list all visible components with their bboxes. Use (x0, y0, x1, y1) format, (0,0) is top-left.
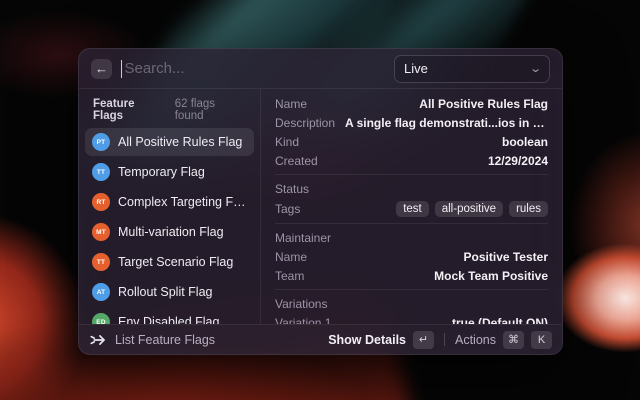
action-bar: List Feature Flags Show Details ↵ Action… (79, 324, 562, 354)
details-row: Variations (275, 294, 548, 313)
launcher-window: ← Live ⌄ Feature Flags 62 flags found PT… (78, 48, 563, 355)
flag-avatar-icon: AT (92, 283, 110, 301)
details-section-divider (275, 289, 548, 290)
list-item[interactable]: ED Env Disabled Flag (85, 308, 254, 324)
list-item[interactable]: TT Target Scenario Flag (85, 248, 254, 276)
details-row: Name Positive Tester (275, 247, 548, 266)
details-value: A single flag demonstrati...ios in each … (345, 115, 548, 130)
details-label: Name (275, 249, 308, 264)
list-item-label: Complex Targeting Flag (118, 195, 247, 209)
details-row: Tags test all-positive rules (275, 198, 548, 219)
details-row: Kind boolean (275, 132, 548, 151)
list-item[interactable]: RT Complex Targeting Flag (85, 188, 254, 216)
details-row: Status (275, 179, 548, 198)
flag-avatar-icon: TT (92, 253, 110, 271)
details-value: Mock Team Positive (434, 268, 548, 283)
details-value: All Positive Rules Flag (419, 96, 548, 111)
command-key-icon: ⌘ (503, 330, 524, 349)
launcher-logo-icon (89, 331, 107, 349)
tag-chip: rules (509, 200, 548, 217)
details-row: Team Mock Team Positive (275, 266, 548, 285)
search-bar: ← Live ⌄ (79, 49, 562, 89)
list-item[interactable]: MT Multi-variation Flag (85, 218, 254, 246)
details-label: Maintainer (275, 230, 332, 245)
flag-list: PT All Positive Rules Flag TT Temporary Fla… (85, 128, 254, 324)
list-item[interactable]: PT All Positive Rules Flag (85, 128, 254, 156)
return-key-icon: ↵ (413, 330, 434, 349)
show-details-label: Show Details (328, 332, 406, 347)
list-result-count: 62 flags found (174, 98, 216, 122)
details-row: Name All Positive Rules Flag (275, 94, 548, 113)
chevron-down-icon: ⌄ (528, 63, 542, 75)
details-value: boolean (501, 134, 548, 149)
flag-avatar-icon: RT (92, 193, 110, 211)
list-item-label: All Positive Rules Flag (118, 135, 243, 149)
details-label: Description (275, 115, 336, 130)
details-value: Positive Tester (463, 249, 548, 264)
flag-details-pane: Name All Positive Rules Flag Description A … (261, 89, 562, 324)
details-row: Created 12/29/2024 (275, 151, 548, 170)
details-section-divider (275, 223, 548, 224)
search-input[interactable] (124, 60, 385, 77)
details-label: Team (275, 268, 305, 283)
details-value: true (Default ON) (452, 315, 548, 325)
search-field-wrap (121, 49, 385, 88)
actions-menu-button[interactable]: Actions ⌘ K (455, 330, 552, 349)
flag-list-pane: Feature Flags 62 flags found PT All Posit… (79, 89, 261, 324)
tag-list: test all-positive rules (396, 200, 548, 217)
details-row: Maintainer (275, 228, 548, 247)
flag-avatar-icon: TT (92, 163, 110, 181)
list-item-label: Target Scenario Flag (118, 255, 234, 269)
flag-avatar-icon: PT (92, 133, 110, 151)
list-item-label: Multi-variation Flag (118, 225, 224, 239)
tag-chip: all-positive (434, 200, 504, 217)
details-label: Variation 1 (275, 315, 332, 325)
details-label: Name (275, 96, 308, 111)
details-label: Tags (275, 201, 301, 216)
list-item[interactable]: TT Temporary Flag (85, 158, 254, 186)
details-section-divider (275, 174, 548, 175)
details-row: Variation 1 true (Default ON) (275, 313, 548, 325)
details-label: Variations (275, 296, 328, 311)
flag-avatar-icon: MT (92, 223, 110, 241)
list-section-header: Feature Flags 62 flags found (85, 94, 254, 128)
back-arrow-icon: ← (95, 61, 108, 76)
details-label: Kind (275, 134, 300, 149)
actions-label: Actions (455, 332, 496, 347)
tag-chip: test (396, 200, 429, 217)
text-caret (121, 59, 123, 78)
flag-avatar-icon: ED (92, 313, 110, 324)
list-item-label: Env Disabled Flag (118, 315, 220, 324)
list-section-title: Feature Flags (93, 98, 135, 122)
list-item[interactable]: AT Rollout Split Flag (85, 278, 254, 306)
environment-dropdown[interactable]: Live ⌄ (394, 54, 550, 83)
details-row: Description A single flag demonstrati...i… (275, 113, 548, 132)
show-details-button[interactable]: Show Details ↵ (328, 330, 434, 349)
list-item-label: Temporary Flag (118, 165, 205, 179)
command-name: List Feature Flags (115, 332, 216, 347)
footer-divider (444, 333, 445, 346)
k-key-icon: K (531, 330, 552, 349)
details-label: Status (275, 181, 310, 196)
back-button[interactable]: ← (91, 58, 112, 79)
dropdown-selected-value: Live (404, 61, 428, 76)
main-split: Feature Flags 62 flags found PT All Posit… (79, 89, 562, 324)
list-item-label: Rollout Split Flag (118, 285, 213, 299)
details-label: Created (275, 153, 318, 168)
details-value: 12/29/2024 (487, 153, 548, 168)
